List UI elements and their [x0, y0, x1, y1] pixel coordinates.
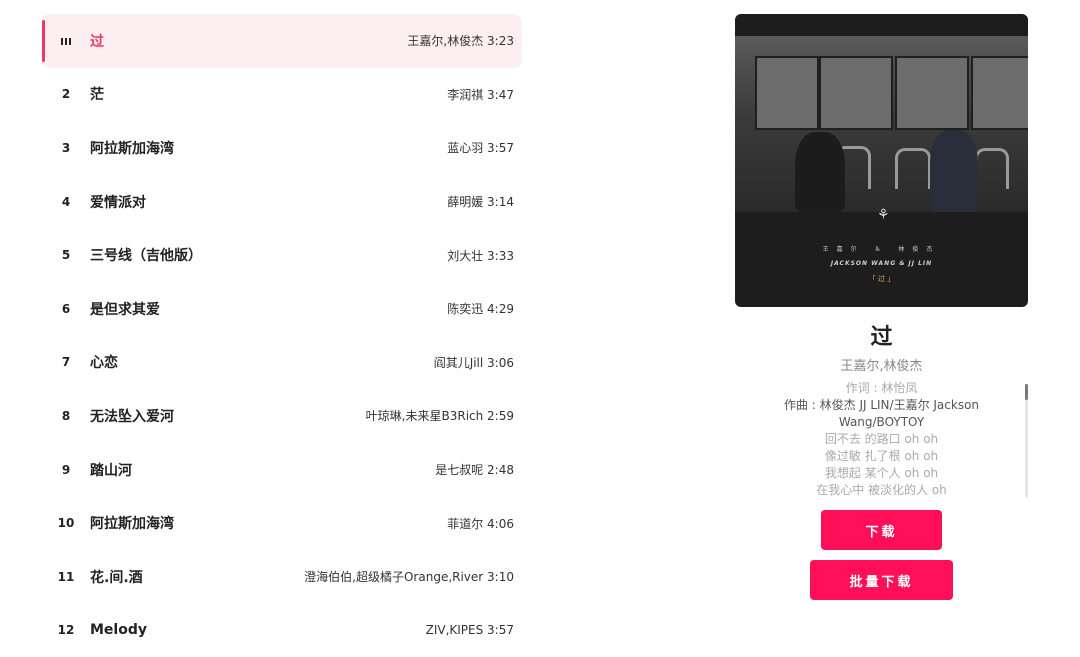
playlist-row[interactable]: 10 阿拉斯加海湾 菲道尔 4:06 — [42, 496, 522, 550]
bus-seat — [895, 148, 931, 189]
track-title: 花.间.酒 — [90, 569, 143, 586]
lyrics-panel[interactable]: 作词 : 林怡凤 作曲 : 林俊杰 JJ LIN/王嘉尔 Jackson Wan… — [735, 380, 1028, 500]
track-title: 阿拉斯加海湾 — [90, 140, 174, 157]
track-title: Melody — [90, 622, 147, 639]
track-number: 10 — [57, 516, 75, 531]
track-artist-duration: 澄海伯伯,超级橘子Orange,River 3:10 — [304, 570, 514, 585]
track-artist-duration: 李润祺 3:47 — [447, 87, 514, 102]
download-button[interactable]: 下载 — [821, 510, 942, 550]
track-artist-duration: 王嘉尔,林俊杰 3:23 — [407, 34, 514, 49]
lyric-line: 作词 : 林怡凤 — [845, 381, 918, 395]
song-title: 过 — [870, 325, 893, 350]
track-artist-duration: ZIV,KIPES 3:57 — [425, 623, 514, 638]
track-artist-duration: 陈奕迅 4:29 — [447, 302, 514, 317]
now-playing-panel: ⚘ 王嘉尔 ＆ 林俊杰 JACKSON WANG & JJ LIN 「 过 」 … — [735, 14, 1028, 600]
track-artist-duration: 薛明媛 3:14 — [447, 195, 514, 210]
track-title: 心恋 — [90, 355, 118, 372]
bus-window — [819, 56, 893, 130]
album-cover: ⚘ 王嘉尔 ＆ 林俊杰 JACKSON WANG & JJ LIN 「 过 」 — [735, 14, 1028, 307]
track-title: 无法坠入爱河 — [90, 408, 174, 425]
track-number: 8 — [61, 408, 71, 423]
track-artist-duration: 菲道尔 4:06 — [447, 516, 514, 531]
lyric-line: 像过敏 扎了根 oh oh — [824, 449, 939, 463]
track-artist-duration: 刘大壮 3:33 — [447, 248, 514, 263]
track-number: 9 — [61, 462, 71, 477]
lyrics-scrollbar[interactable] — [1025, 384, 1028, 498]
playlist-row[interactable]: 12 Melody ZIV,KIPES 3:57 — [42, 604, 522, 657]
track-title: 过 — [90, 33, 104, 50]
cover-title-bracket: 「 过 」 — [868, 275, 895, 283]
bus-window — [755, 56, 819, 130]
cover-cn-names: 王嘉尔 ＆ 林俊杰 — [822, 246, 941, 253]
playlist: 过 王嘉尔,林俊杰 3:23 2 茫 李润祺 3:47 3 阿拉斯加海湾 蓝心羽 3:57 4 爱… — [42, 14, 522, 657]
rose-icon: ⚘ — [877, 207, 890, 223]
track-number: 5 — [61, 248, 71, 263]
playlist-row[interactable]: 11 花.间.酒 澄海伯伯,超级橘子Orange,River 3:10 — [42, 550, 522, 604]
person-left — [795, 132, 845, 212]
playlist-row[interactable]: 9 踏山河 是七叔呢 2:48 — [42, 443, 522, 497]
playlist-row[interactable]: 2 茫 李润祺 3:47 — [42, 68, 522, 122]
song-artist: 王嘉尔,林俊杰 — [840, 359, 923, 374]
track-artist-duration: 叶琼琳,未来星B3Rich 2:59 — [365, 409, 514, 424]
cover-artist-line: JACKSON WANG & JJ LIN — [830, 260, 933, 267]
track-number: 3 — [61, 140, 71, 155]
bus-window — [895, 56, 969, 130]
track-title: 茫 — [90, 87, 104, 104]
track-title: 是但求其爱 — [90, 301, 160, 318]
track-title: 三号线（吉他版） — [90, 248, 202, 265]
bus-seat — [975, 148, 1009, 189]
lyric-line: 在我心中 被淡化的人 oh — [816, 483, 947, 497]
scrollbar-thumb[interactable] — [1025, 384, 1028, 400]
track-artist-duration: 是七叔呢 2:48 — [435, 463, 514, 478]
track-number: 7 — [61, 355, 71, 370]
lyric-line: 回不去 的路口 oh oh — [824, 432, 939, 446]
playlist-row[interactable]: 3 阿拉斯加海湾 蓝心羽 3:57 — [42, 121, 522, 175]
lyric-line: 我想起 某个人 oh oh — [824, 466, 939, 480]
person-right — [930, 130, 978, 212]
track-number: 2 — [61, 87, 71, 102]
playlist-row[interactable]: 5 三号线（吉他版） 刘大壮 3:33 — [42, 228, 522, 282]
lyric-line: 作曲 : 林俊杰 JJ LIN/王嘉尔 Jackson Wang/BOYTOY — [783, 398, 980, 429]
playlist-row[interactable]: 6 是但求其爱 陈奕迅 4:29 — [42, 282, 522, 336]
track-artist-duration: 蓝心羽 3:57 — [447, 141, 514, 156]
playing-bars-icon — [42, 34, 90, 48]
track-title: 阿拉斯加海湾 — [90, 516, 174, 533]
batch-download-button[interactable]: 批量下载 — [810, 560, 953, 600]
playlist-row[interactable]: 7 心恋 阎其儿Jill 3:06 — [42, 336, 522, 390]
playlist-row-playing[interactable]: 过 王嘉尔,林俊杰 3:23 — [42, 14, 522, 68]
track-number: 4 — [61, 194, 71, 209]
bus-window — [971, 56, 1028, 130]
track-artist-duration: 阎其儿Jill 3:06 — [433, 355, 514, 370]
cover-photo — [735, 36, 1028, 212]
playlist-row[interactable]: 8 无法坠入爱河 叶琼琳,未来星B3Rich 2:59 — [42, 389, 522, 443]
track-number: 6 — [61, 301, 71, 316]
track-title: 踏山河 — [90, 462, 132, 479]
track-number: 11 — [57, 569, 75, 584]
track-number: 12 — [57, 623, 75, 638]
playlist-row[interactable]: 4 爱情派对 薛明媛 3:14 — [42, 175, 522, 229]
track-title: 爱情派对 — [90, 194, 146, 211]
